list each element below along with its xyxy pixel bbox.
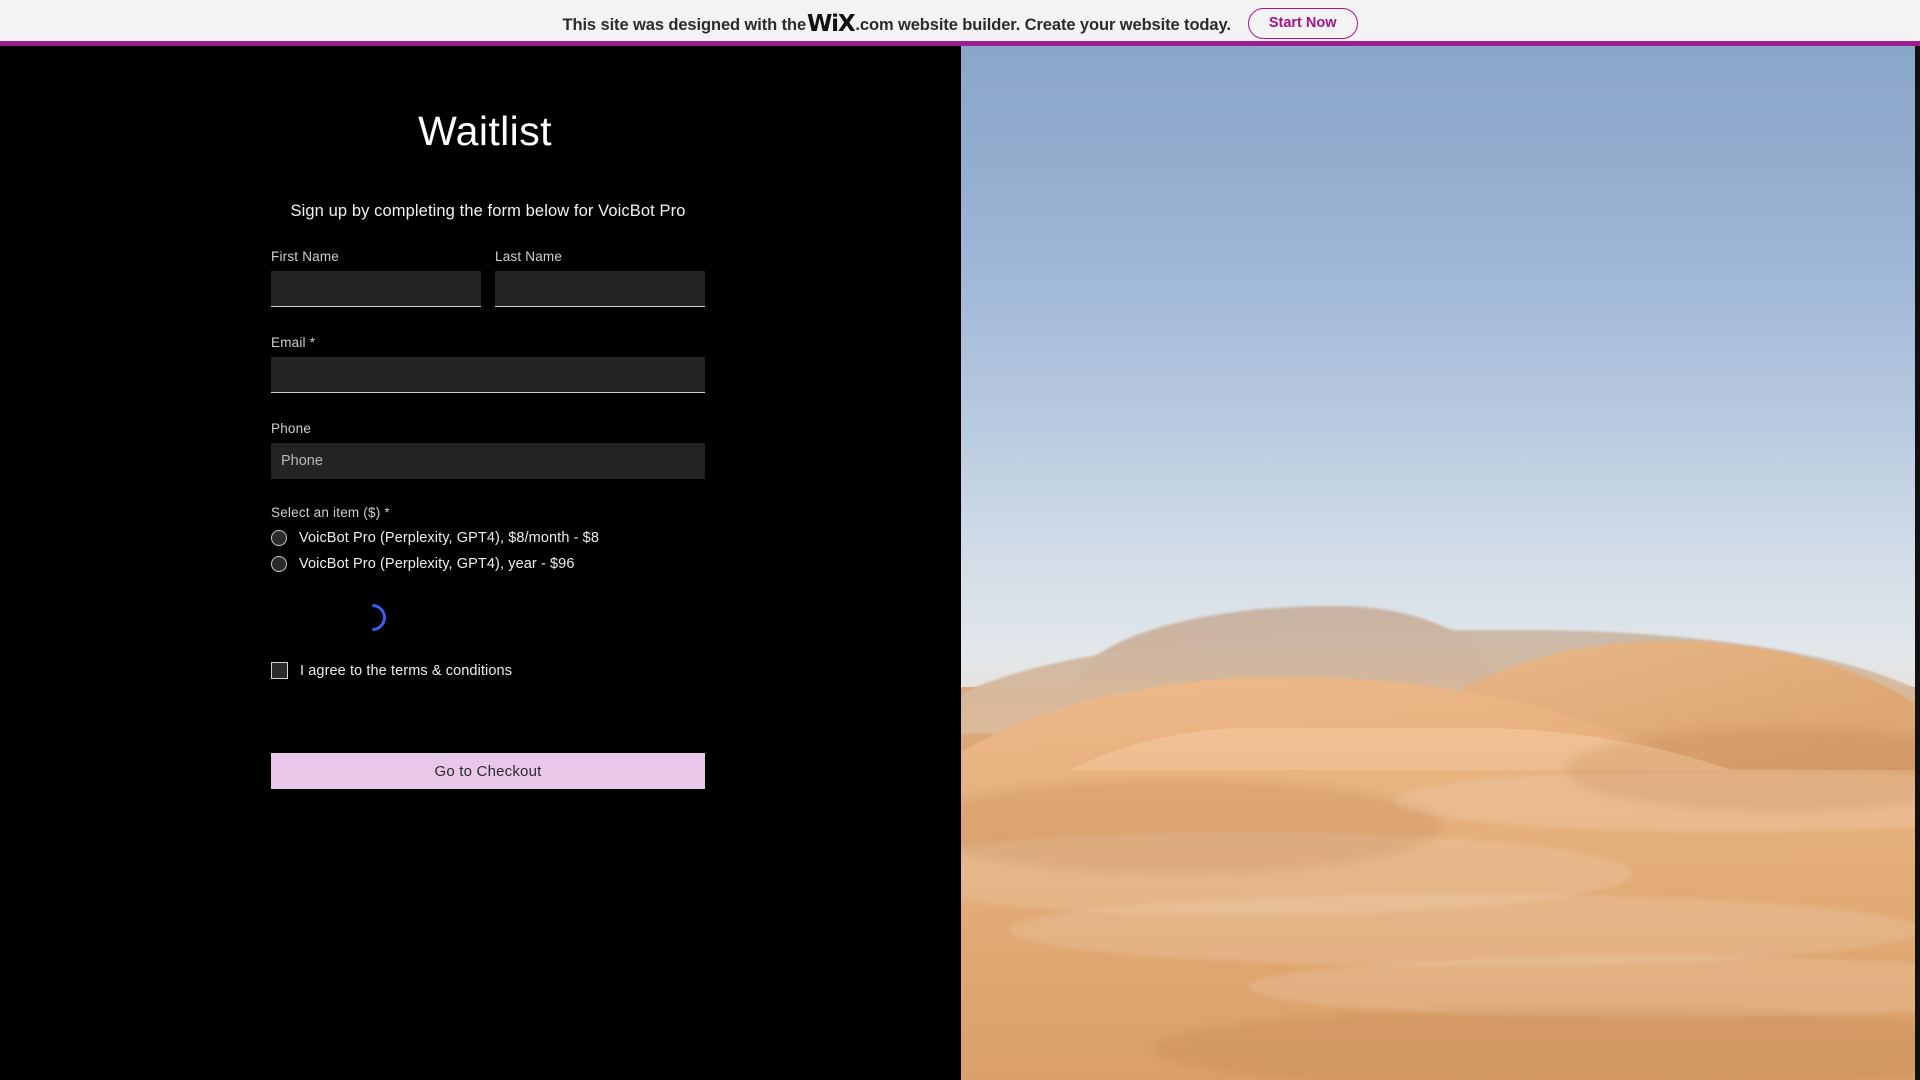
email-field: Email *	[271, 335, 705, 393]
loading-spinner-icon	[353, 598, 392, 637]
wix-promo-banner: This site was designed with the WiX .com…	[0, 0, 1920, 46]
terms-row[interactable]: I agree to the terms & conditions	[271, 662, 705, 679]
page-body: Waitlist Sign up by completing the form …	[0, 46, 1920, 1080]
radio-option-yearly[interactable]: VoicBot Pro (Perplexity, GPT4), year - $…	[271, 556, 705, 572]
radio-option-label: VoicBot Pro (Perplexity, GPT4), $8/month…	[299, 530, 599, 546]
loading-area	[271, 588, 705, 660]
last-name-label: Last Name	[495, 249, 563, 264]
last-name-input[interactable]	[495, 271, 705, 307]
form-column: Waitlist Sign up by completing the form …	[0, 46, 961, 1080]
first-name-field: First Name	[271, 249, 481, 307]
phone-input[interactable]	[271, 443, 705, 479]
terms-label: I agree to the terms & conditions	[300, 662, 513, 679]
first-name-label: First Name	[271, 249, 340, 264]
banner-accent-stripe	[0, 41, 1920, 46]
first-name-input[interactable]	[271, 271, 481, 307]
page-title: Waitlist	[418, 108, 552, 154]
sky-gradient	[961, 46, 1920, 688]
radio-icon[interactable]	[271, 530, 287, 546]
promo-text-after: .com website builder. Create your websit…	[855, 16, 1231, 34]
phone-field: Phone	[271, 421, 705, 479]
select-item-group: Select an item ($) * VoicBot Pro (Perple…	[271, 505, 705, 572]
waitlist-form: Waitlist Sign up by completing the form …	[271, 108, 705, 789]
terms-checkbox-icon[interactable]	[271, 662, 288, 679]
right-edge-strip	[1915, 46, 1920, 1080]
start-now-button[interactable]: Start Now	[1247, 7, 1358, 39]
name-field-row: First Name Last Name	[271, 249, 705, 307]
promo-text-before: This site was designed with the	[562, 16, 807, 34]
radio-icon[interactable]	[271, 556, 287, 572]
promo-text: This site was designed with the WiX .com…	[562, 10, 1231, 37]
wix-logo: WiX	[807, 11, 856, 37]
go-to-checkout-button[interactable]: Go to Checkout	[271, 753, 705, 789]
hero-desert-image	[961, 46, 1920, 1080]
form-subtitle: Sign up by completing the form below for…	[290, 202, 686, 220]
radio-option-label: VoicBot Pro (Perplexity, GPT4), year - $…	[299, 556, 575, 572]
last-name-field: Last Name	[495, 249, 705, 307]
select-item-label: Select an item ($) *	[271, 505, 390, 520]
radio-option-monthly[interactable]: VoicBot Pro (Perplexity, GPT4), $8/month…	[271, 530, 705, 546]
email-label: Email *	[271, 335, 316, 350]
phone-label: Phone	[271, 421, 312, 436]
sand-ripple	[1008, 893, 1920, 967]
email-input[interactable]	[271, 357, 705, 393]
